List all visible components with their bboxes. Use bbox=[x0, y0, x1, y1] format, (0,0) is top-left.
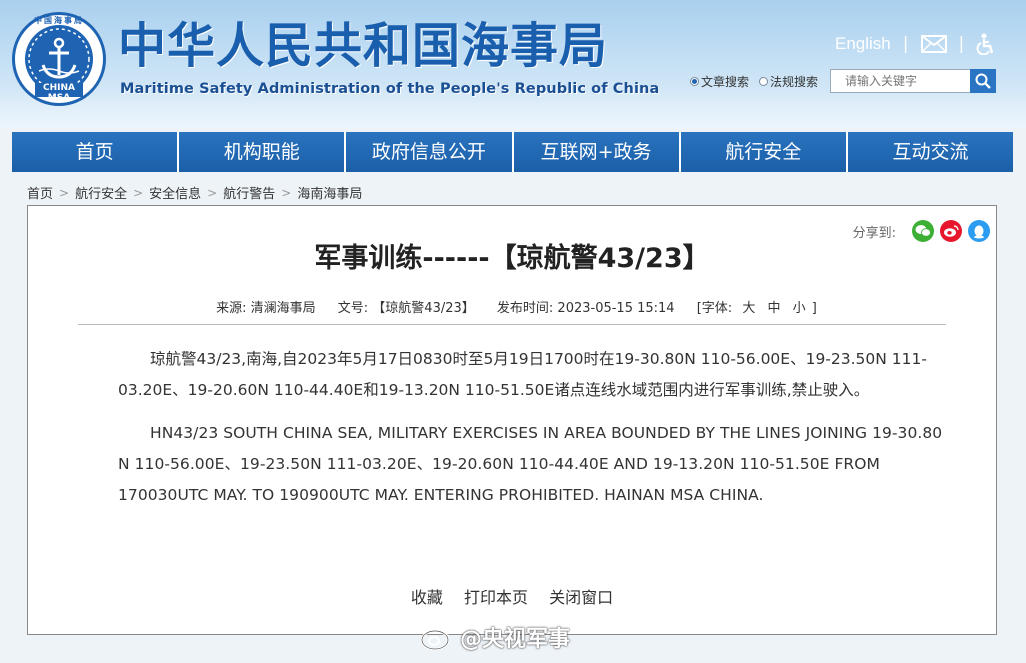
meta-doc-number: 文号: 【琼航警43/23】 bbox=[337, 301, 475, 316]
font-size-close: ] bbox=[811, 301, 817, 316]
search-button[interactable] bbox=[970, 69, 997, 93]
accessibility-icon[interactable] bbox=[976, 33, 996, 55]
meta-source: 来源: 清澜海事局 bbox=[216, 301, 316, 316]
nav-item-gov-info[interactable]: 政府信息公开 bbox=[346, 132, 514, 172]
breadcrumb-safety-info[interactable]: 安全信息 bbox=[149, 183, 201, 202]
weibo-watermark-icon bbox=[420, 624, 454, 651]
nav-item-functions[interactable]: 机构职能 bbox=[179, 132, 347, 172]
breadcrumb-navigation-safety[interactable]: 航行安全 bbox=[75, 183, 127, 202]
search-icon bbox=[975, 73, 991, 89]
china-msa-logo[interactable]: 中国海事局 CHINA MSA bbox=[12, 12, 106, 106]
favorite-link[interactable]: 收藏 bbox=[411, 588, 443, 607]
chevron-right-icon: > bbox=[133, 185, 144, 200]
watermark-text: @央视军事 bbox=[460, 627, 571, 652]
font-size-label: [字体: bbox=[696, 301, 733, 316]
nav-item-home[interactable]: 首页 bbox=[12, 132, 180, 172]
header-utilities: English | | bbox=[835, 32, 996, 56]
breadcrumb-nav-warnings[interactable]: 航行警告 bbox=[223, 183, 275, 202]
mail-icon[interactable] bbox=[920, 35, 947, 53]
site-subtitle: Maritime Safety Administration of the Pe… bbox=[120, 81, 660, 97]
article-title: 军事训练------【琼航警43/23】 bbox=[314, 243, 710, 274]
breadcrumb-home[interactable]: 首页 bbox=[27, 183, 53, 202]
radio-article-label[interactable]: 文章搜索 bbox=[701, 73, 749, 90]
font-size-small[interactable]: 小 bbox=[793, 301, 806, 316]
chevron-right-icon: > bbox=[281, 185, 292, 200]
divider: | bbox=[958, 34, 965, 54]
radio-article-search[interactable] bbox=[690, 76, 699, 86]
site-header: 中国海事局 CHINA MSA 中华人民共和国海事局 Maritime Safe… bbox=[0, 0, 1026, 128]
nav-item-navigation-safety[interactable]: 航行安全 bbox=[680, 132, 848, 172]
article-panel: 分享到: 军事训练------【琼航警43/23】 来源: 清澜海事局 文号: … bbox=[27, 205, 997, 635]
print-link[interactable]: 打印本页 bbox=[464, 588, 528, 607]
radio-regulation-search[interactable] bbox=[759, 76, 769, 86]
breadcrumb: 首页 > 航行安全 > 安全信息 > 航行警告 > 海南海事局 bbox=[27, 183, 362, 203]
breadcrumb-hainan-msa[interactable]: 海南海事局 bbox=[297, 183, 362, 202]
nav-item-internet-services[interactable]: 互联网+政务 bbox=[513, 132, 681, 172]
weibo-watermark: @央视军事 bbox=[420, 620, 570, 654]
logo-text-bottom: CHINA MSA bbox=[35, 83, 83, 103]
chevron-right-icon: > bbox=[207, 185, 218, 200]
english-link[interactable]: English bbox=[835, 34, 891, 54]
divider-line bbox=[78, 324, 946, 325]
chevron-right-icon: > bbox=[59, 185, 70, 200]
font-size-medium[interactable]: 中 bbox=[767, 301, 780, 316]
radio-regulation-label[interactable]: 法规搜索 bbox=[770, 73, 818, 90]
search-bar: 文章搜索 法规搜索 bbox=[690, 69, 997, 93]
font-size-large[interactable]: 大 bbox=[742, 301, 755, 316]
nav-item-interaction[interactable]: 互动交流 bbox=[847, 132, 1014, 172]
article-paragraph-english: HN43/23 SOUTH CHINA SEA, MILITARY EXERCI… bbox=[118, 424, 943, 504]
article-actions: 收藏 打印本页 关闭窗口 bbox=[28, 584, 996, 608]
search-input[interactable] bbox=[830, 69, 971, 93]
divider: | bbox=[902, 34, 909, 54]
article-paragraph-chinese: 琼航警43/23,南海,自2023年5月17日0830时至5月19日1700时在… bbox=[118, 350, 927, 399]
meta-publish-time: 发布时间: 2023-05-15 15:14 bbox=[496, 301, 675, 316]
main-nav: 首页 机构职能 政府信息公开 互联网+政务 航行安全 互动交流 bbox=[12, 132, 1014, 172]
article-meta: 来源: 清澜海事局 文号: 【琼航警43/23】 发布时间: 2023-05-1… bbox=[28, 297, 996, 316]
close-window-link[interactable]: 关闭窗口 bbox=[549, 588, 613, 607]
site-title: 中华人民共和国海事局 bbox=[118, 18, 609, 74]
